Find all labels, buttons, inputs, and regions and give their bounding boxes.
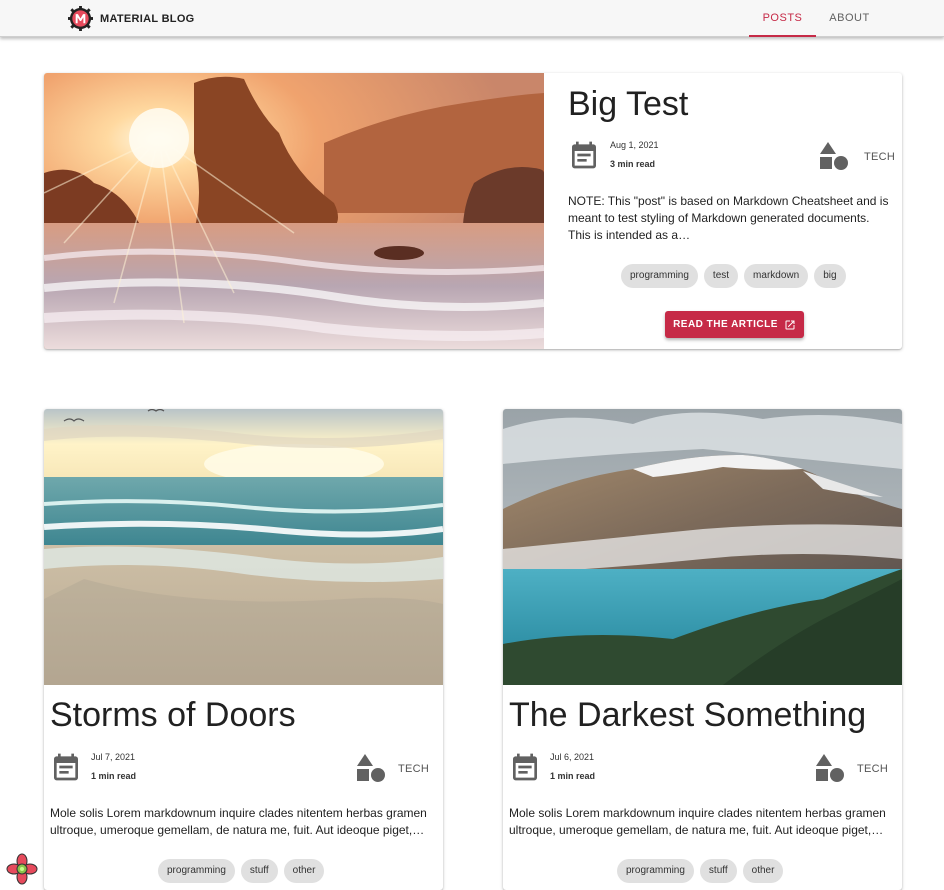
tab-about[interactable]: ABOUT xyxy=(817,0,882,37)
post-excerpt: Mole solis Lorem markdownum inquire clad… xyxy=(509,806,886,837)
featured-post-title[interactable]: Big Test xyxy=(568,85,688,124)
calendar-icon xyxy=(54,753,78,781)
post-category[interactable]: TECH xyxy=(857,763,888,775)
post-date: Jul 6, 2021 xyxy=(550,752,595,762)
featured-post-tags: programming test markdown big xyxy=(621,264,846,288)
post-category[interactable]: TECH xyxy=(398,763,429,775)
post-excerpt: Mole solis Lorem markdownum inquire clad… xyxy=(50,806,427,837)
tag-chip[interactable]: markdown xyxy=(744,264,809,288)
read-article-label: READ THE ARTICLE xyxy=(673,319,778,330)
post-read-time: 1 min read xyxy=(550,771,596,781)
brand-link[interactable]: MATERIAL BLOG xyxy=(68,6,195,31)
brand-title: MATERIAL BLOG xyxy=(100,12,195,25)
post-card[interactable]: The Darkest Something Jul 6, 2021 1 min … xyxy=(503,409,902,890)
tag-chip[interactable]: stuff xyxy=(699,859,737,883)
featured-post-read-time: 3 min read xyxy=(610,159,656,169)
tag-chip[interactable]: programming xyxy=(158,859,235,883)
post-read-time: 1 min read xyxy=(91,771,137,781)
tag-chip[interactable]: programming xyxy=(617,859,694,883)
post-image xyxy=(503,409,902,685)
tag-chip[interactable]: big xyxy=(814,264,846,288)
calendar-icon xyxy=(513,753,537,781)
tab-posts[interactable]: POSTS xyxy=(749,0,816,37)
post-image xyxy=(44,409,443,685)
post-date: Jul 7, 2021 xyxy=(91,752,136,762)
post-card[interactable]: Storms of Doors Jul 7, 2021 1 min read T… xyxy=(44,409,443,890)
open-in-new-icon xyxy=(785,320,795,329)
app-bar: MATERIAL BLOG POSTS ABOUT xyxy=(0,0,944,37)
tag-chip[interactable]: stuff xyxy=(240,859,278,883)
featured-post-excerpt: NOTE: This "post" is based on Markdown C… xyxy=(568,194,889,242)
post-title[interactable]: The Darkest Something xyxy=(509,696,866,735)
featured-post-image xyxy=(44,73,544,349)
material-logo-icon xyxy=(68,6,93,31)
tag-chip[interactable]: programming xyxy=(621,264,698,288)
featured-post-category[interactable]: TECH xyxy=(864,151,895,163)
calendar-icon xyxy=(572,141,596,169)
flower-logo-icon[interactable] xyxy=(6,853,38,885)
tag-chip[interactable]: other xyxy=(283,859,325,883)
post-tags: programming stuff other xyxy=(617,859,784,883)
shapes-icon xyxy=(357,754,385,782)
tag-chip[interactable]: test xyxy=(703,264,739,288)
shapes-icon xyxy=(820,142,848,170)
featured-post-date: Aug 1, 2021 xyxy=(610,140,659,150)
post-tags: programming stuff other xyxy=(158,859,325,883)
tag-chip[interactable]: other xyxy=(742,859,784,883)
shapes-icon xyxy=(816,754,844,782)
read-article-button[interactable]: READ THE ARTICLE xyxy=(665,311,804,338)
featured-post-card[interactable]: Big Test Aug 1, 2021 3 min read TECH NOT… xyxy=(44,73,902,349)
post-title[interactable]: Storms of Doors xyxy=(50,696,296,735)
